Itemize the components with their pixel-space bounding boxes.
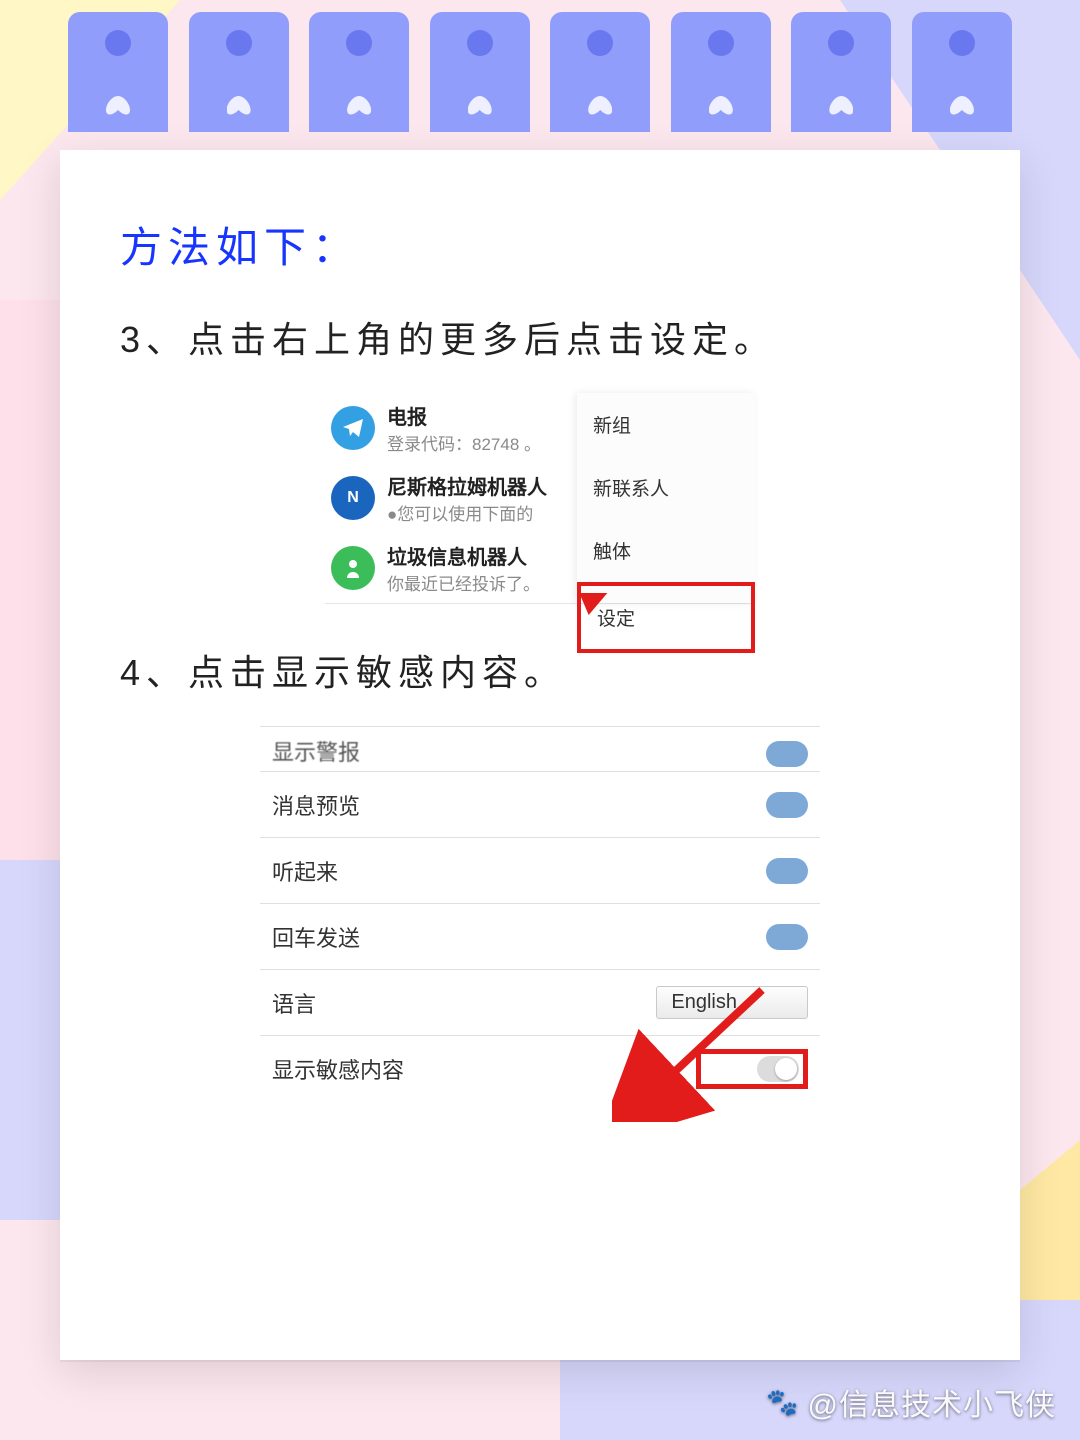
screenshot-sensitive-toggle: 显示警报 消息预览 听起来 回车发送 语言 English 显示敏感内容: [260, 726, 820, 1102]
settings-row: 回车发送: [260, 904, 820, 970]
toggle-switch-sensitive[interactable]: [757, 1056, 799, 1082]
bot-icon: N: [331, 476, 375, 520]
menu-item-new-contact[interactable]: 新联系人: [577, 456, 755, 519]
settings-row-language: 语言 English: [260, 970, 820, 1036]
annotation-highlight: [696, 1049, 808, 1089]
menu-item-new-group[interactable]: 新组: [577, 393, 755, 456]
author-watermark: 🐾 @信息技术小飞侠: [766, 1380, 1056, 1424]
chat-subtext: 登录代码：82748 。: [387, 430, 541, 455]
chat-name: 电报: [387, 401, 541, 430]
settings-label: 语言: [272, 987, 316, 1019]
chat-name: 尼斯格拉姆机器人: [387, 471, 547, 500]
settings-label: 听起来: [272, 855, 338, 887]
annotation-arrow-icon: [575, 593, 608, 615]
screenshot-settings-menu: 电报 登录代码：82748 。 N 尼斯格拉姆机器人 ●您可以使用下面的 垃圾信…: [325, 393, 755, 604]
settings-label: 显示敏感内容: [272, 1053, 404, 1085]
menu-item-contacts[interactable]: 触体: [577, 519, 755, 582]
settings-label: 消息预览: [272, 789, 360, 821]
toggle-switch[interactable]: [766, 741, 808, 767]
settings-row: 听起来: [260, 838, 820, 904]
paw-icon: 🐾: [766, 1387, 799, 1418]
section-title: 方法如下：: [120, 214, 960, 275]
watermark-text: @信息技术小飞侠: [808, 1380, 1056, 1424]
chat-subtext: 你最近已经投诉了。: [387, 570, 540, 595]
toggle-switch[interactable]: [766, 924, 808, 950]
settings-row: 消息预览: [260, 772, 820, 838]
toggle-switch[interactable]: [766, 792, 808, 818]
content-card: 方法如下： 3、点击右上角的更多后点击设定。 电报 登录代码：82748 。 N…: [60, 150, 1020, 1360]
chat-subtext: ●您可以使用下面的: [387, 500, 547, 525]
dropdown-menu: 新组 新联系人 触体 设定: [577, 393, 755, 603]
telegram-icon: [331, 406, 375, 450]
step-3-text: 3、点击右上角的更多后点击设定。: [120, 311, 960, 363]
chat-name: 垃圾信息机器人: [387, 541, 540, 570]
step-4-text: 4、点击显示敏感内容。: [120, 644, 960, 696]
spambot-icon: [331, 546, 375, 590]
settings-label: 显示警报: [272, 735, 360, 767]
settings-row-sensitive: 显示敏感内容: [260, 1036, 820, 1102]
settings-label: 回车发送: [272, 921, 360, 953]
language-select[interactable]: English: [656, 986, 808, 1019]
settings-row: 显示警报: [260, 726, 820, 772]
toggle-switch[interactable]: [766, 858, 808, 884]
